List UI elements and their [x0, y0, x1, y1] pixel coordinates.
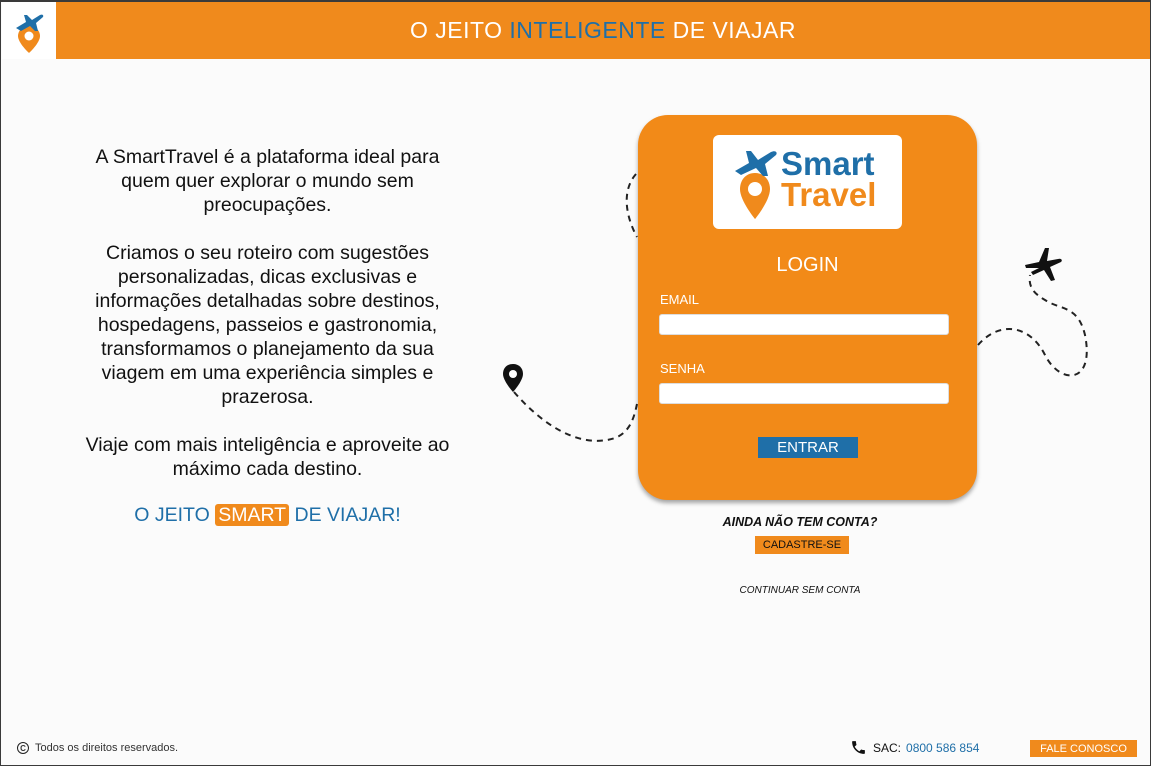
signup-button[interactable]: CADASTRE-SE [755, 536, 849, 554]
header-banner: O JEITO INTELIGENTE DE VIAJAR [56, 2, 1150, 59]
slogan-part1: O JEITO [134, 504, 216, 526]
slogan: O JEITO SMART DE VIAJAR! [70, 504, 465, 527]
slogan-part2: DE VIAJAR! [289, 504, 401, 526]
brand-line-travel: Travel [781, 176, 877, 213]
continue-without-account-link[interactable]: CONTINUAR SEM CONTA [700, 585, 900, 596]
intro-text: A SmartTravel é a plataforma ideal para … [70, 145, 465, 505]
login-card: Smart Travel LOGIN EMAIL SENHA ENTRAR [638, 115, 977, 500]
copyright-text: Todos os direitos reservados. [35, 742, 179, 754]
sac-number[interactable]: 0800 586 854 [906, 741, 979, 755]
corner-logo[interactable] [2, 2, 56, 59]
copyright-icon: C [17, 742, 29, 754]
login-title: LOGIN [776, 254, 839, 276]
login-submit-button[interactable]: ENTRAR [758, 437, 858, 458]
intro-paragraph-2: Criamos o seu roteiro com sugestões pers… [95, 242, 440, 408]
header-title-part2: DE VIAJAR [665, 17, 796, 43]
copyright: C Todos os direitos reservados. [17, 742, 178, 754]
password-label: SENHA [660, 361, 705, 376]
password-field[interactable] [659, 383, 949, 404]
email-label: EMAIL [660, 292, 700, 307]
contact-us-button[interactable]: FALE CONOSCO [1030, 740, 1137, 757]
email-field[interactable] [659, 314, 949, 335]
airplane-icon [1025, 248, 1062, 281]
slogan-highlight: SMART [215, 504, 290, 526]
intro-paragraph-3: Viaje com mais inteligência e aproveite … [85, 434, 450, 480]
sac-contact: SAC: 0800 586 854 [850, 739, 979, 756]
brand-logo: Smart Travel [713, 135, 902, 229]
header-title-part1: O JEITO [409, 17, 510, 43]
intro-paragraph-1: A SmartTravel é a plataforma ideal para … [95, 146, 440, 216]
phone-icon [852, 741, 865, 754]
signup-question: AINDA NÃO TEM CONTA? [722, 515, 878, 529]
map-pin-icon [503, 364, 523, 392]
sac-label: SAC: [873, 740, 902, 755]
plane-pin-logo-icon [16, 14, 44, 53]
header-title-accent: INTELIGENTE [509, 17, 666, 43]
